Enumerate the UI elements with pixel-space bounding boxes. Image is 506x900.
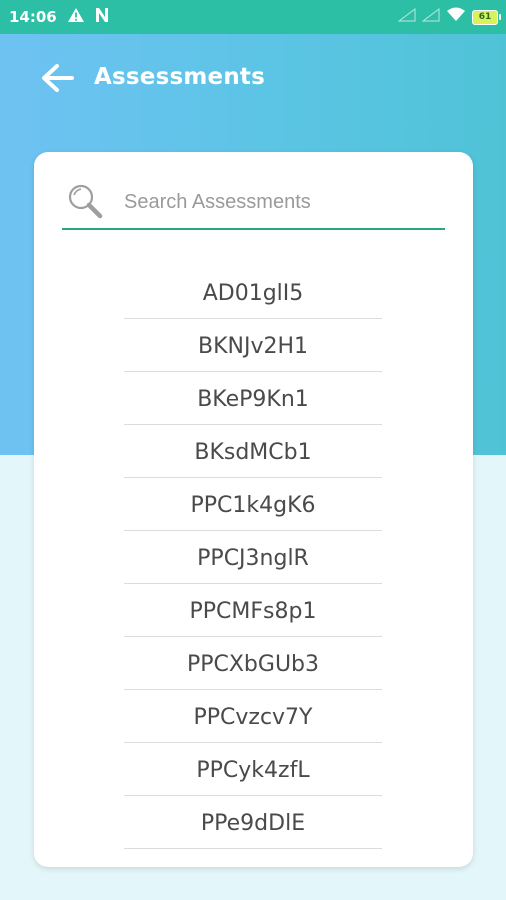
assessments-card: AD01glI5 BKNJv2H1 BKeP9Kn1 BKsdMCb1 PPC1… bbox=[34, 152, 473, 867]
status-bar: 14:06 61 bbox=[0, 0, 506, 34]
list-item[interactable]: AD01glI5 bbox=[124, 268, 382, 319]
warning-icon bbox=[67, 7, 85, 28]
app-bar: Assessments bbox=[0, 34, 506, 122]
list-item[interactable]: PPe9dDlE bbox=[124, 798, 382, 849]
search-input[interactable] bbox=[122, 186, 436, 218]
signal-icon bbox=[421, 7, 440, 27]
status-time: 14:06 bbox=[9, 8, 57, 26]
n-icon bbox=[94, 7, 110, 28]
search-icon[interactable] bbox=[66, 182, 104, 220]
page-title: Assessments bbox=[94, 64, 265, 90]
back-button[interactable] bbox=[38, 58, 78, 98]
list-item[interactable]: BKsdMCb1 bbox=[124, 427, 382, 478]
list-item[interactable]: PPCMFs8p1 bbox=[124, 586, 382, 637]
list-item[interactable]: PPC1k4gK6 bbox=[124, 480, 382, 531]
assessment-list: AD01glI5 BKNJv2H1 BKeP9Kn1 BKsdMCb1 PPC1… bbox=[124, 268, 382, 851]
search-bar bbox=[62, 178, 445, 230]
list-item[interactable]: PPCyk4zfL bbox=[124, 745, 382, 796]
battery-icon: 61 bbox=[472, 9, 501, 25]
list-item[interactable]: PPCvzcv7Y bbox=[124, 692, 382, 743]
list-item[interactable]: BKeP9Kn1 bbox=[124, 374, 382, 425]
back-arrow-icon bbox=[42, 64, 74, 92]
list-item[interactable]: PPCJ3nglR bbox=[124, 533, 382, 584]
signal-icon bbox=[397, 7, 416, 27]
wifi-icon bbox=[446, 7, 466, 27]
battery-level: 61 bbox=[478, 12, 492, 22]
list-item[interactable]: PPCXbGUb3 bbox=[124, 639, 382, 690]
list-item[interactable]: BKNJv2H1 bbox=[124, 321, 382, 372]
